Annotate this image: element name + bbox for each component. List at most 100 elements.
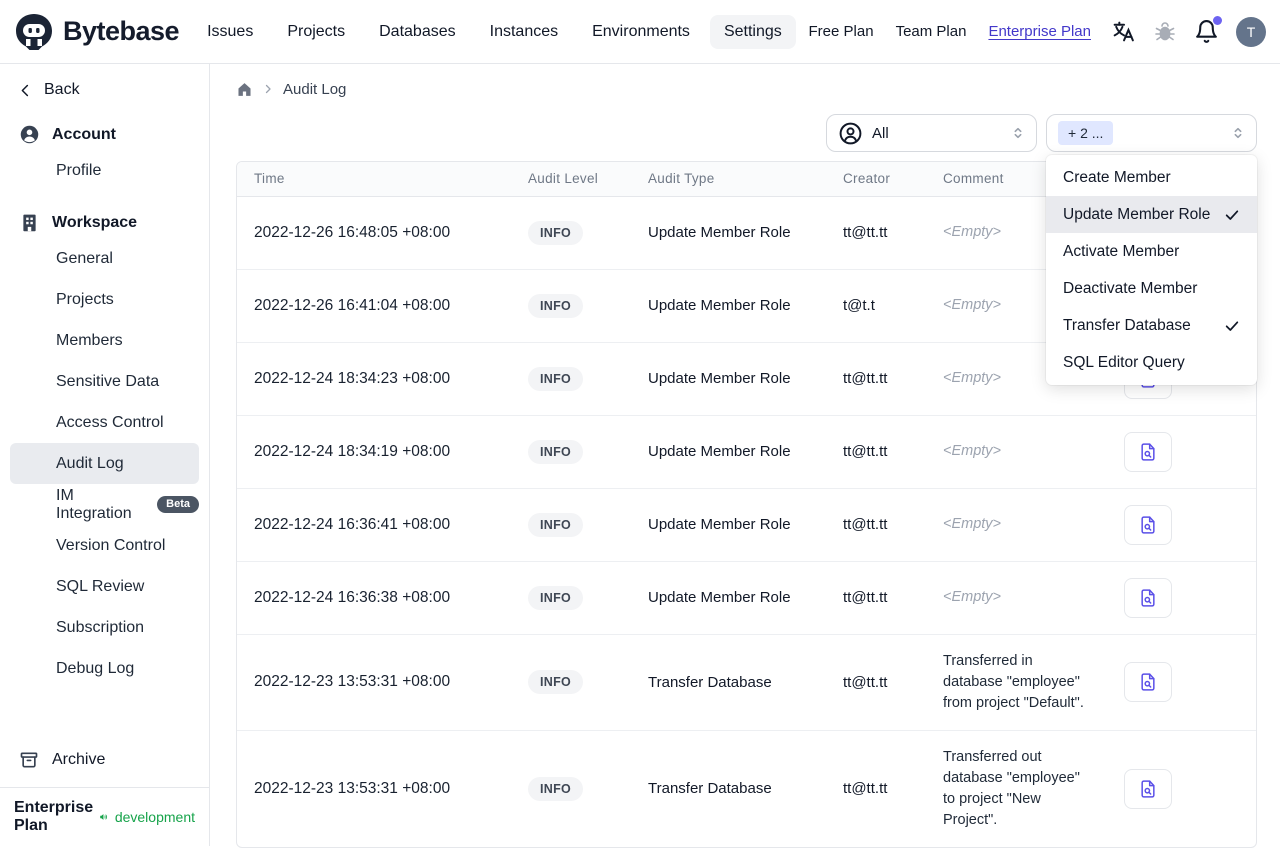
- cell-comment: <Empty>: [926, 415, 1106, 489]
- cell-audit-type: Update Member Role: [631, 196, 826, 270]
- cell-audit-type: Update Member Role: [631, 415, 826, 489]
- chevron-right-icon: [265, 84, 271, 94]
- table-row: 2022-12-24 16:36:38 +08:00 INFO Update M…: [237, 561, 1256, 635]
- plan-link[interactable]: Team Plan: [896, 23, 967, 40]
- sidebar-item[interactable]: Projects: [10, 279, 199, 320]
- file-search-icon: [1141, 673, 1155, 691]
- announcement-speaker-icon[interactable]: [99, 808, 109, 826]
- sidebar-item[interactable]: IM Integration Beta: [10, 484, 199, 525]
- sidebar-item-label: Debug Log: [56, 659, 135, 677]
- sidebar-item[interactable]: Version Control: [10, 525, 199, 566]
- cell-creator: t@t.t: [826, 269, 926, 343]
- bytebase-logo[interactable]: Bytebase: [14, 12, 180, 52]
- sidebar-item[interactable]: Profile: [10, 150, 199, 191]
- menu-item-label: Activate Member: [1063, 242, 1180, 260]
- sidebar-item[interactable]: Subscription: [10, 607, 199, 648]
- filter-bar: All + 2 ... Create Member Update Member …: [236, 114, 1257, 385]
- view-audit-detail-button[interactable]: [1124, 577, 1172, 618]
- user-avatar[interactable]: T: [1236, 16, 1266, 47]
- sidebar-item[interactable]: Access Control: [10, 402, 199, 443]
- cell-creator: tt@tt.tt: [826, 634, 926, 731]
- cell-audit-level: INFO: [511, 415, 631, 489]
- sidebar-item[interactable]: Sensitive Data: [10, 361, 199, 402]
- sidebar-item[interactable]: Debug Log: [10, 648, 199, 689]
- cell-creator: tt@tt.tt: [843, 780, 888, 798]
- audit-level-badge: INFO: [528, 293, 584, 318]
- back-button[interactable]: Back: [0, 77, 209, 103]
- cell-audit-type: Update Member Role: [631, 342, 826, 416]
- menu-item-label: Transfer Database: [1063, 316, 1191, 334]
- sidebar-section-account: Account: [0, 124, 209, 145]
- nav-item[interactable]: Instances: [476, 15, 572, 49]
- audit-level-badge: INFO: [528, 670, 584, 695]
- sidebar-item[interactable]: Audit Log: [10, 443, 199, 484]
- top-navbar: Bytebase Issues Projects Databases Insta…: [0, 0, 1280, 64]
- bug-report-icon[interactable]: [1153, 20, 1177, 44]
- nav-item[interactable]: Databases: [365, 15, 470, 49]
- archive-button[interactable]: Archive: [0, 739, 209, 781]
- menu-item[interactable]: SQL Editor Query: [1046, 344, 1257, 381]
- cell-time: 2022-12-23 13:53:31 +08:00: [254, 779, 451, 797]
- cell-time: 2022-12-26 16:48:05 +08:00: [237, 196, 511, 270]
- menu-item-label: Create Member: [1063, 168, 1171, 186]
- nav-item[interactable]: Issues: [193, 15, 267, 49]
- audit-type-filter-select[interactable]: + 2 ...: [1046, 114, 1257, 152]
- cell-audit-type: Update Member Role: [631, 269, 826, 343]
- translate-icon[interactable]: [1111, 19, 1136, 44]
- cell-audit-level: INFO: [511, 634, 631, 731]
- sidebar-item-label: SQL Review: [56, 577, 145, 595]
- audit-level-badge: INFO: [528, 439, 584, 464]
- cell-creator: tt@tt.tt: [826, 342, 926, 416]
- menu-item[interactable]: Transfer Database: [1046, 307, 1257, 344]
- sidebar-item-label: Projects: [56, 290, 114, 308]
- sidebar-item-label: Members: [56, 331, 123, 349]
- notification-dot: [1213, 16, 1222, 25]
- current-plan-label: Enterprise Plan: [14, 799, 94, 834]
- cell-time: 2022-12-26 16:41:04 +08:00: [237, 269, 511, 343]
- creator-filter-value: All: [872, 124, 889, 142]
- chevron-left-icon: [21, 84, 29, 96]
- col-header-audit-type: Audit Type: [631, 162, 826, 197]
- table-row: 2022-12-23 13:53:31 +08:00 INFO Transfer…: [237, 634, 1256, 731]
- chevron-up-down-icon: [1234, 127, 1242, 139]
- sidebar-item[interactable]: SQL Review: [10, 566, 199, 607]
- sidebar-item-label: General: [56, 249, 113, 267]
- sidebar-item-label: Access Control: [56, 413, 164, 431]
- settings-sidebar: Back Account Profile Workspace General P…: [0, 64, 210, 846]
- cell-comment: <Empty>: [926, 488, 1106, 562]
- view-audit-detail-button[interactable]: [1124, 431, 1172, 472]
- notifications-bell-icon[interactable]: [1194, 16, 1222, 44]
- main-content: Audit Log All + 2 ... Create Member Upda…: [210, 64, 1280, 848]
- sidebar-item[interactable]: General: [10, 238, 199, 279]
- cell-creator: tt@tt.tt: [826, 488, 926, 562]
- plan-link[interactable]: Enterprise Plan: [988, 23, 1091, 40]
- cell-audit-type: Transfer Database: [648, 780, 772, 798]
- nav-item[interactable]: Projects: [273, 15, 359, 49]
- view-audit-detail-button[interactable]: [1124, 662, 1172, 703]
- menu-item[interactable]: Update Member Role: [1046, 196, 1257, 233]
- home-icon[interactable]: [236, 81, 253, 98]
- sidebar-item-label: IM Integration: [56, 486, 132, 522]
- cell-audit-level: INFO: [511, 561, 631, 635]
- view-audit-detail-button[interactable]: [1124, 504, 1172, 545]
- cell-actions: [1106, 415, 1256, 489]
- menu-item[interactable]: Deactivate Member: [1046, 270, 1257, 307]
- account-section-label: Account: [52, 125, 116, 143]
- menu-item[interactable]: Create Member: [1046, 159, 1257, 196]
- menu-item[interactable]: Activate Member: [1046, 233, 1257, 270]
- cell-creator: tt@tt.tt: [826, 196, 926, 270]
- plan-link[interactable]: Free Plan: [809, 23, 874, 40]
- nav-item[interactable]: Environments: [578, 15, 704, 49]
- type-filter-tag: + 2 ...: [1058, 121, 1114, 145]
- checkmark-icon: [1224, 318, 1240, 334]
- plan-links: Free Plan Team Plan Enterprise Plan: [809, 23, 1091, 40]
- sidebar-item[interactable]: Members: [10, 320, 199, 361]
- archive-label: Archive: [52, 751, 106, 768]
- sidebar-item-label: Subscription: [56, 618, 145, 636]
- navbar-right: Free Plan Team Plan Enterprise Plan T: [809, 16, 1266, 47]
- cell-time: 2022-12-24 16:36:38 +08:00: [237, 561, 511, 635]
- view-audit-detail-button[interactable]: [1124, 768, 1172, 809]
- table-row: 2022-12-24 18:34:19 +08:00 INFO Update M…: [237, 415, 1256, 489]
- nav-item[interactable]: Settings: [709, 14, 796, 49]
- creator-filter-select[interactable]: All: [826, 114, 1037, 152]
